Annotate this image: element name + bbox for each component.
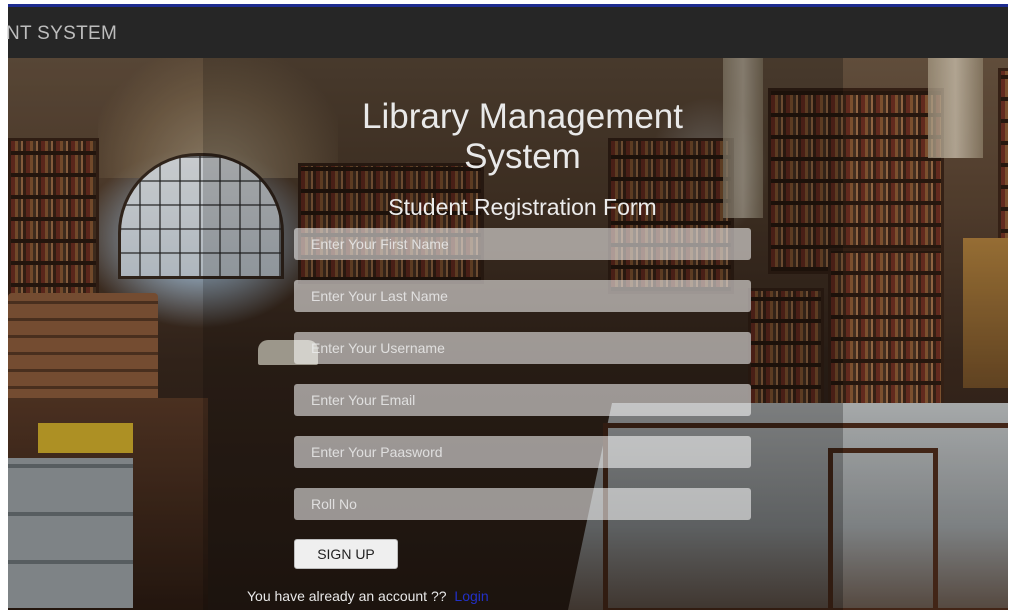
login-link[interactable]: Login: [454, 588, 488, 604]
page-title: Library Management System: [362, 97, 683, 176]
email-input[interactable]: [294, 384, 751, 416]
overlay-panel-right: [843, 58, 1008, 610]
top-accent-line: [0, 0, 1010, 7]
sign-up-button[interactable]: SIGN UP: [294, 539, 398, 569]
last-name-input[interactable]: [294, 280, 751, 312]
first-name-input[interactable]: [294, 228, 751, 260]
login-prompt: You have already an account ?? Login: [247, 588, 489, 604]
roll-no-input[interactable]: [294, 488, 751, 520]
login-prompt-text: You have already an account ??: [247, 588, 447, 604]
navbar-brand[interactable]: NT SYSTEM: [6, 23, 117, 45]
overlay-panel-left: [8, 58, 203, 610]
username-input[interactable]: [294, 332, 751, 364]
password-input[interactable]: [294, 436, 751, 468]
form-subtitle: Student Registration Form: [388, 194, 657, 220]
navbar: NT SYSTEM: [6, 7, 1008, 59]
